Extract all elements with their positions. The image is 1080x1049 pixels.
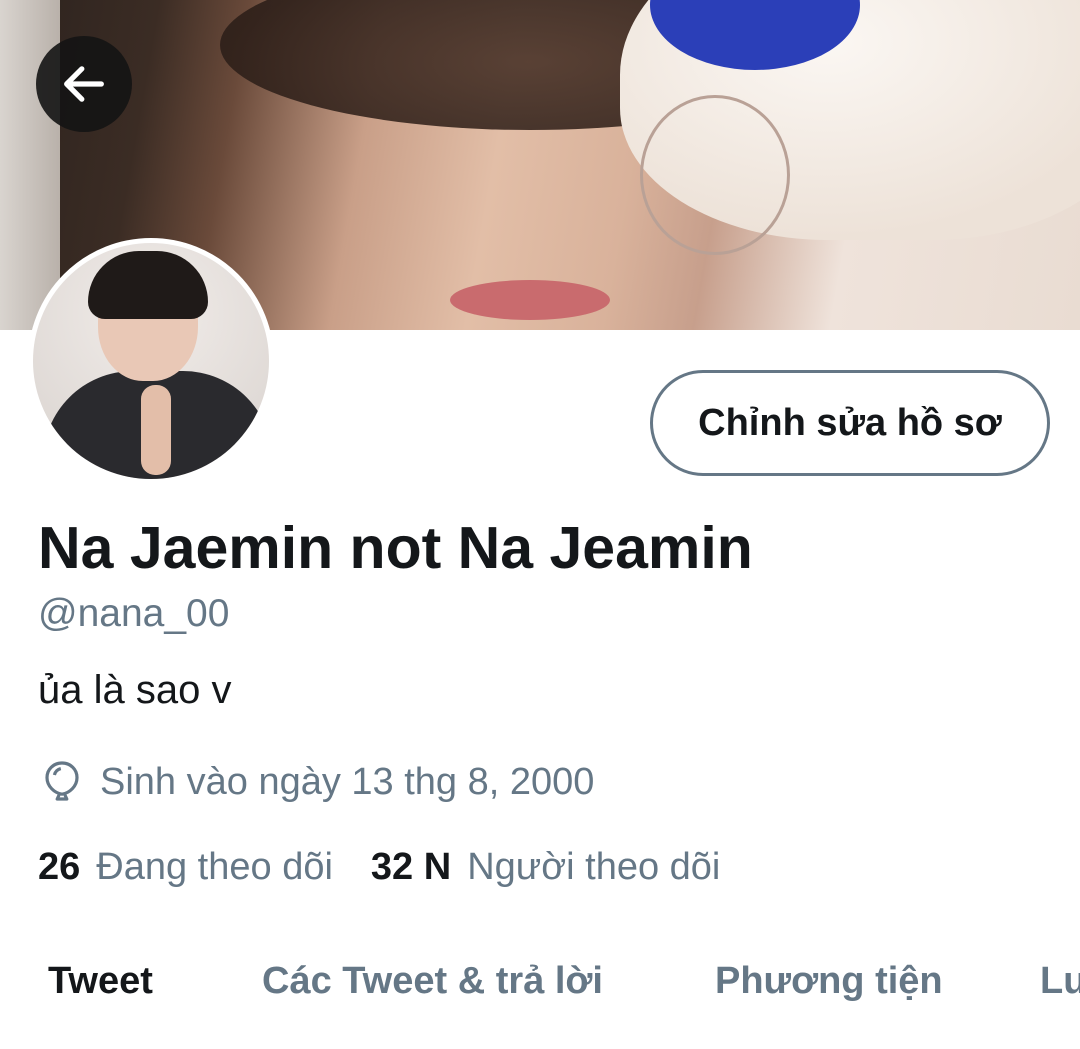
profile-bio: ủa là sao v: [38, 668, 232, 712]
following-label[interactable]: Đang theo dõi: [96, 846, 333, 889]
tab-media[interactable]: Phương tiện: [715, 960, 943, 1003]
follow-stats: 26 Đang theo dõi 32 N Người theo dõi: [38, 846, 720, 889]
followers-count[interactable]: 32 N: [371, 846, 451, 889]
tab-tweets-and-replies[interactable]: Các Tweet & trả lời: [262, 960, 603, 1003]
profile-avatar[interactable]: [28, 238, 274, 484]
avatar-hands: [141, 385, 171, 475]
edit-profile-button[interactable]: Chỉnh sửa hồ sơ: [650, 370, 1050, 476]
banner-glasses: [640, 95, 790, 255]
tab-tweets[interactable]: Tweet: [48, 960, 153, 1003]
balloon-icon: [45, 761, 79, 801]
birth-date-text: Sinh vào ngày 13 thg 8, 2000: [100, 760, 595, 803]
avatar-hair: [88, 251, 208, 319]
birth-date-row: Sinh vào ngày 13 thg 8, 2000: [38, 758, 594, 806]
arrow-left-icon: [64, 66, 104, 102]
profile-tabs: Tweet Các Tweet & trả lời Phương tiện Lu: [0, 960, 1080, 1030]
back-button[interactable]: [36, 36, 132, 132]
display-name: Na Jaemin not Na Jeamin: [38, 515, 753, 581]
user-handle: @nana_00: [38, 592, 230, 635]
followers-label[interactable]: Người theo dõi: [467, 846, 720, 889]
following-count[interactable]: 26: [38, 846, 80, 889]
tab-likes[interactable]: Lu: [1040, 960, 1080, 1003]
banner-lips: [450, 280, 610, 320]
